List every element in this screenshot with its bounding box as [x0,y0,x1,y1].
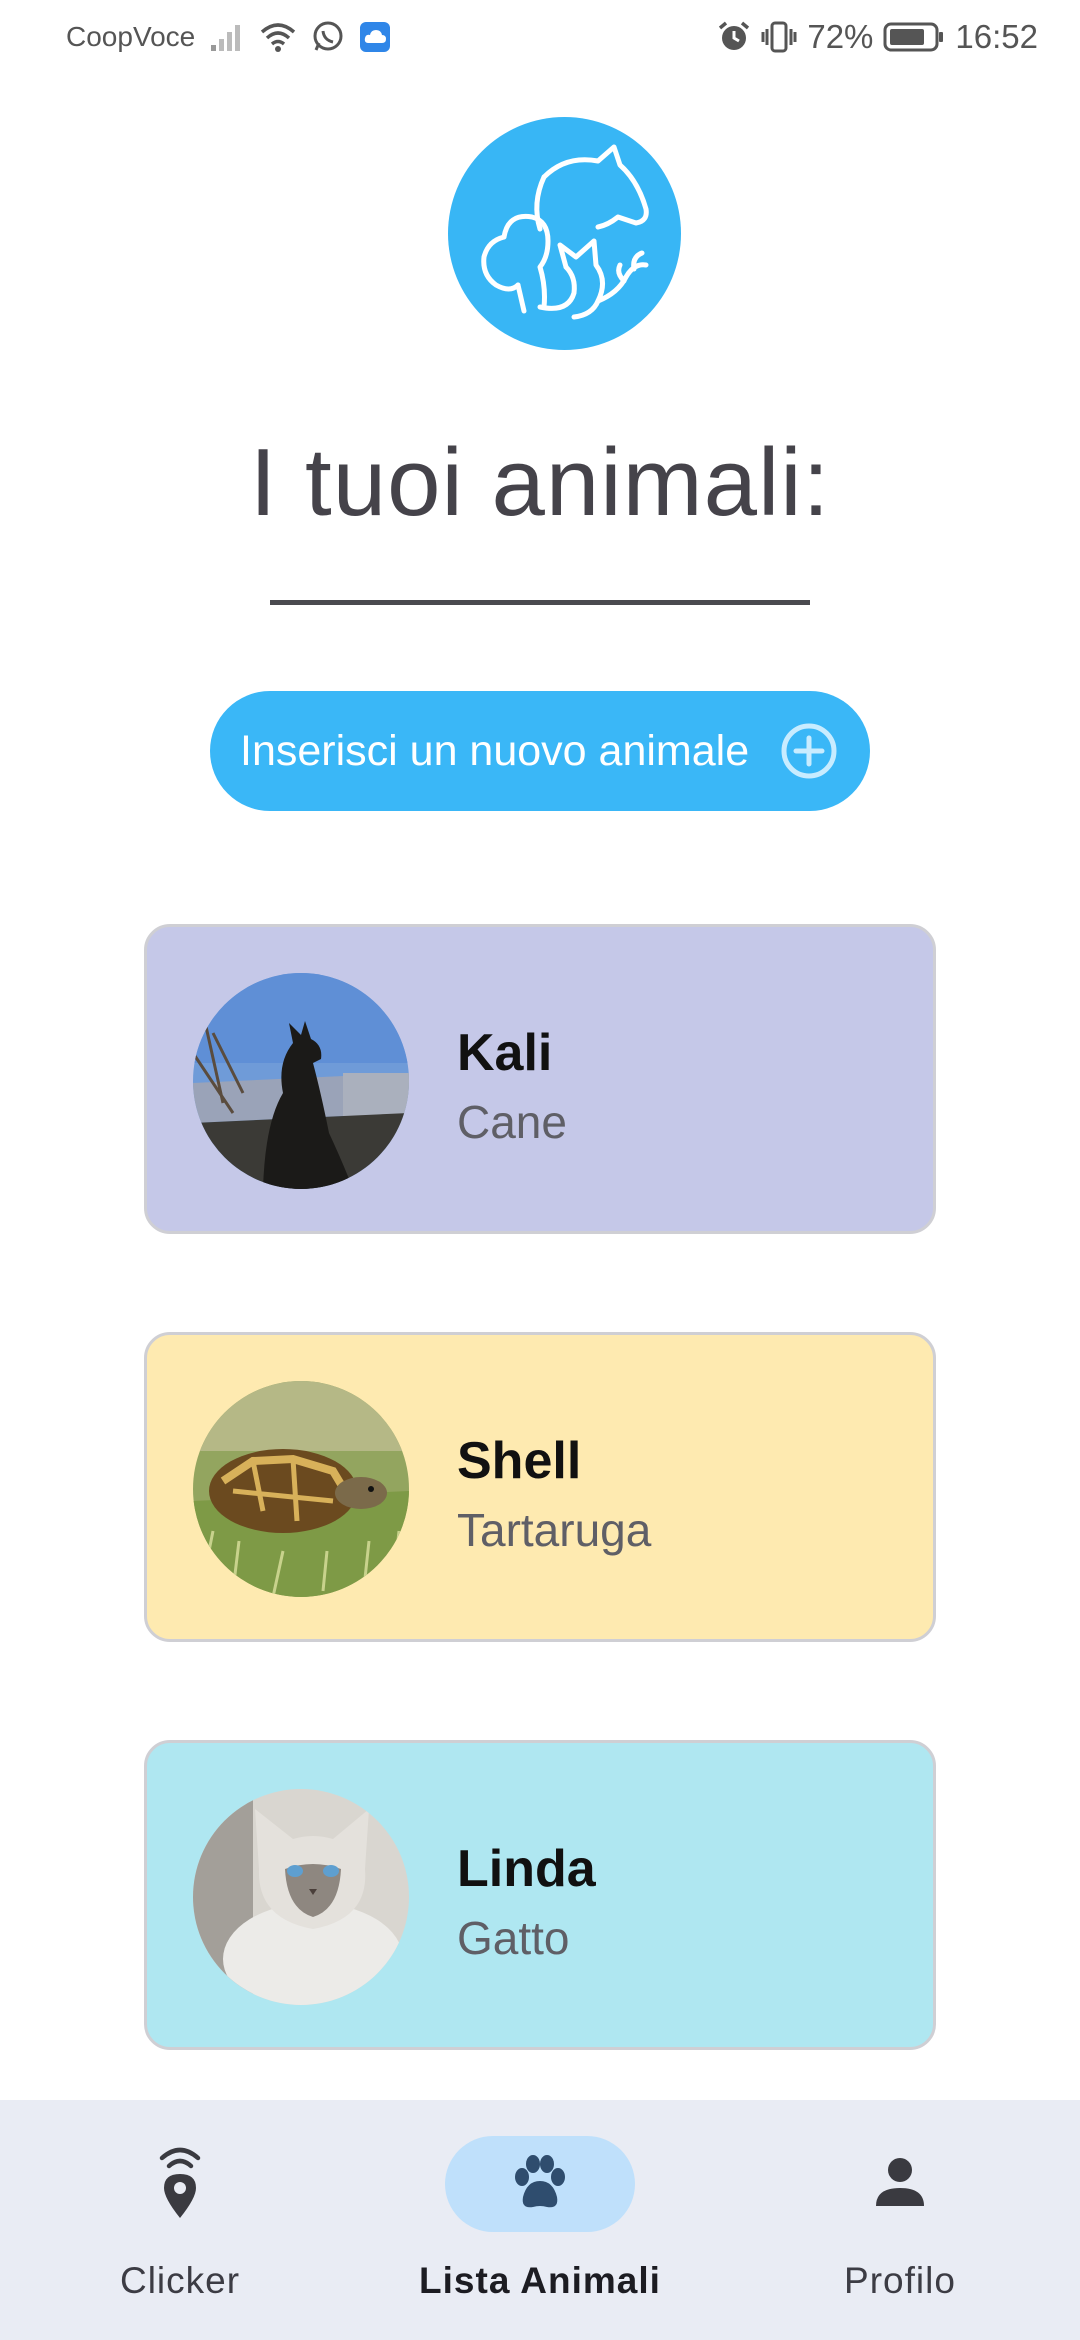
add-animal-button[interactable]: Inserisci un nuovo animale [210,691,870,811]
pet-card-kali[interactable]: Kali Cane [144,924,936,1234]
title-divider [270,600,810,605]
nav-item-clicker[interactable]: Clicker [30,2100,330,2340]
signal-icon [209,21,245,53]
nav-item-profilo[interactable]: Profilo [750,2100,1050,2340]
pets-logo-icon [448,117,681,350]
page-title: I tuoi animali: [249,429,831,536]
status-bar: CoopVoce 72% 16:52 [0,0,1080,78]
alarm-icon [717,20,751,54]
nav-label-profilo: Profilo [844,2260,956,2301]
whatsapp-icon [311,20,345,54]
clock: 16:52 [955,18,1038,55]
add-animal-label: Inserisci un nuovo animale [240,726,750,775]
pet-name: Linda [457,1840,596,1898]
cloud-icon [359,21,391,53]
battery-icon [883,21,945,53]
pet-species: Tartaruga [457,1504,652,1556]
cat-photo [193,1789,409,2005]
nav-icon-container [85,2136,275,2232]
pet-name: Shell [457,1432,582,1490]
nav-icon-container-active [445,2136,635,2232]
person-icon [872,2154,928,2215]
pet-card-shell[interactable]: Shell Tartaruga [144,1332,936,1642]
tortoise-photo [193,1381,409,1597]
battery-percent: 72% [807,18,874,55]
wifi-icon [259,21,297,53]
pet-card-linda[interactable]: Linda Gatto [144,1740,936,2050]
bottom-navigation: Clicker Lista Animali Profilo [0,2100,1080,2340]
dog-photo [193,973,409,1189]
nav-label-lista-animali: Lista Animali [419,2260,661,2301]
pet-species: Gatto [457,1912,570,1964]
nav-label-clicker: Clicker [119,2260,241,2301]
carrier-name: CoopVoce [66,21,196,52]
paw-icon [509,2153,571,2216]
nav-item-lista-animali[interactable]: Lista Animali [390,2100,690,2340]
vibrate-icon [761,20,797,54]
nav-icon-container [805,2136,995,2232]
pet-name: Kali [457,1024,553,1082]
plus-circle-icon [780,722,838,780]
pet-species: Cane [457,1096,567,1148]
location-signal-icon [152,2144,208,2225]
